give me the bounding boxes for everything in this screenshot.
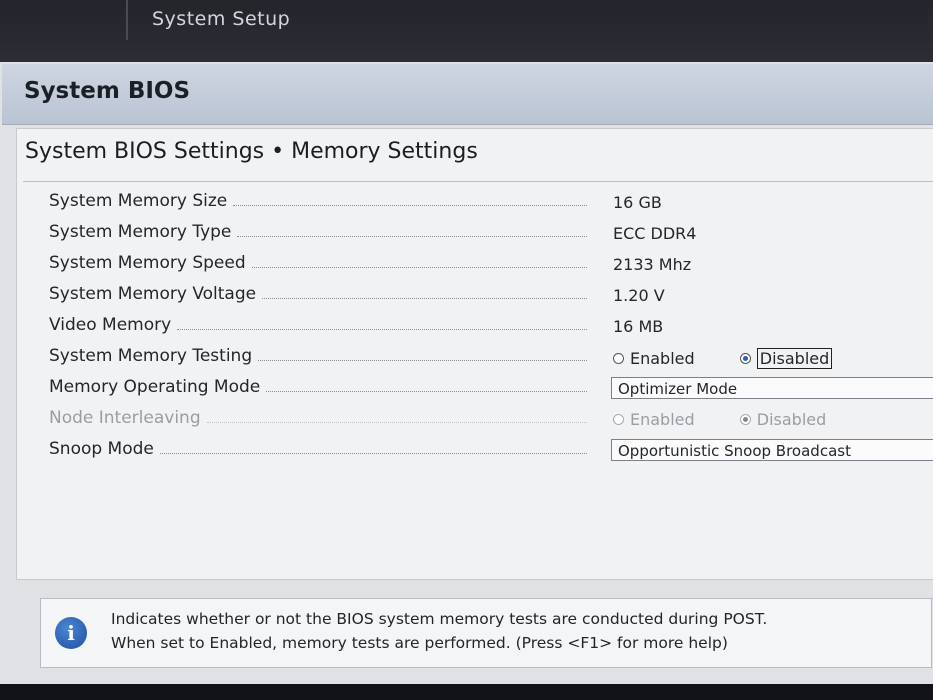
setting-label: Snoop Mode <box>49 439 154 459</box>
row-node-interleaving: Node Interleaving Enabled Disabled <box>17 406 933 434</box>
top-bar-divider <box>126 0 128 40</box>
node-interleaving-enabled-radio: Enabled <box>613 410 695 429</box>
setting-value: 1.20 V <box>613 286 665 305</box>
radio-on-icon <box>739 414 751 425</box>
setting-value: ECC DDR4 <box>613 224 697 243</box>
setting-value: 2133 Mhz <box>613 255 692 274</box>
setting-label: System Memory Testing <box>49 346 253 366</box>
window-title: System Setup <box>152 8 291 30</box>
row-system-memory-size: System Memory Size 16 GB <box>17 189 933 217</box>
setting-value: 16 GB <box>613 193 662 212</box>
setting-value: 16 MB <box>613 317 664 336</box>
setting-label: Node Interleaving <box>49 408 201 428</box>
row-system-memory-testing: System Memory Testing Enabled Disabled <box>17 344 933 372</box>
setting-label: Video Memory <box>49 315 172 335</box>
node-interleaving-disabled-radio: Disabled <box>739 410 826 429</box>
snoop-mode-select[interactable]: Opportunistic Snoop Broadcast <box>611 439 933 461</box>
bios-header-title: System BIOS <box>24 78 191 104</box>
top-bar: System Setup <box>0 0 933 62</box>
bios-header: System BIOS <box>2 64 933 125</box>
radio-on-icon <box>739 353 751 364</box>
setting-label: System Memory Size <box>49 191 228 211</box>
help-box: i Indicates whether or not the BIOS syst… <box>40 598 932 668</box>
radio-off-icon <box>613 353 624 364</box>
memory-testing-disabled-radio[interactable]: Disabled <box>739 348 833 369</box>
setup-screen: System BIOS System BIOS Settings • Memor… <box>0 62 933 684</box>
row-system-memory-voltage: System Memory Voltage 1.20 V <box>17 282 933 310</box>
help-text-line-2: When set to Enabled, memory tests are pe… <box>111 634 728 652</box>
memory-operating-mode-select[interactable]: Optimizer Mode <box>611 377 933 399</box>
settings-panel: System BIOS Settings • Memory Settings S… <box>16 128 933 580</box>
row-video-memory: Video Memory 16 MB <box>17 313 933 341</box>
title-divider <box>23 181 933 182</box>
row-memory-operating-mode: Memory Operating Mode Optimizer Mode <box>17 375 933 403</box>
setting-label: System Memory Speed <box>49 253 246 273</box>
page-title: System BIOS Settings • Memory Settings <box>25 139 478 164</box>
row-system-memory-type: System Memory Type ECC DDR4 <box>17 220 933 248</box>
info-icon: i <box>55 617 87 649</box>
row-system-memory-speed: System Memory Speed 2133 Mhz <box>17 251 933 279</box>
row-snoop-mode: Snoop Mode Opportunistic Snoop Broadcast <box>17 437 933 465</box>
setting-label: System Memory Type <box>49 222 232 242</box>
radio-off-icon <box>613 414 624 425</box>
help-text-line-1: Indicates whether or not the BIOS system… <box>111 610 768 628</box>
memory-testing-enabled-radio[interactable]: Enabled <box>613 349 695 368</box>
setting-label: Memory Operating Mode <box>49 377 261 397</box>
setting-label: System Memory Voltage <box>49 284 257 304</box>
bottom-bar <box>0 684 933 700</box>
